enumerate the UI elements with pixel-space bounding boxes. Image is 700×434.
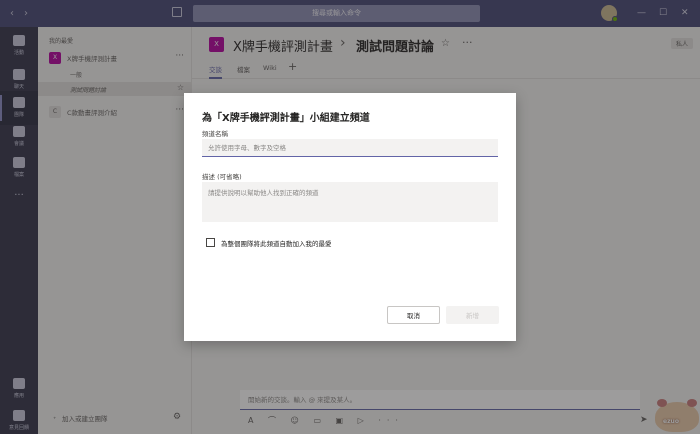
description-input[interactable] [202,182,498,222]
auto-favorite-label[interactable]: 為整個團隊將此頻道自動加入我的最愛 [221,238,332,248]
channel-name-label: 頻道名稱 [202,130,228,138]
add-button[interactable]: 新增 [446,306,499,324]
description-label: 描述 (可省略) [202,173,242,181]
dialog-title: 為「X牌手機評測計畫」小組建立頻道 [202,113,370,124]
channel-name-input[interactable] [202,139,498,157]
auto-favorite-checkbox[interactable] [206,238,215,247]
cancel-button[interactable]: 取消 [387,306,440,324]
create-channel-dialog: 為「X牌手機評測計畫」小組建立頻道 頻道名稱 描述 (可省略) 為整個團隊將此頻… [184,93,516,341]
